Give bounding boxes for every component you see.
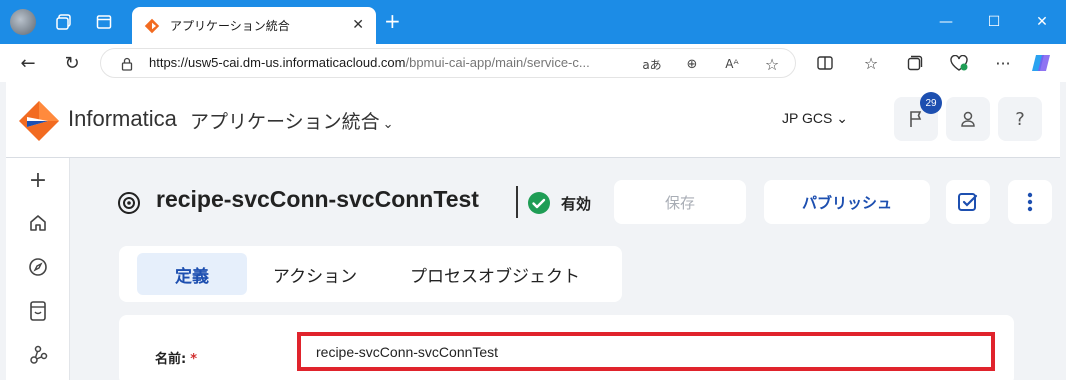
immersive-reader-icon[interactable]: Aᴬ xyxy=(721,53,743,75)
informatica-logo xyxy=(19,101,59,141)
informatica-tab-icon xyxy=(144,18,160,33)
flag-icon xyxy=(910,111,922,127)
tab-definition[interactable]: 定義 xyxy=(137,253,247,295)
name-label-text: 名前: xyxy=(155,352,187,367)
home-icon[interactable] xyxy=(26,211,50,235)
new-asset-icon[interactable]: + xyxy=(26,168,50,193)
favorite-star-icon[interactable]: ☆ xyxy=(761,53,783,75)
validate-check-icon xyxy=(958,193,978,211)
notification-badge: 29 xyxy=(920,92,942,114)
copilot-icon[interactable] xyxy=(1030,52,1052,74)
minimize-button[interactable]: — xyxy=(922,0,970,44)
user-profile-button[interactable] xyxy=(946,97,990,141)
monitor-icon[interactable] xyxy=(26,299,50,323)
valid-check-icon xyxy=(528,192,550,214)
chevron-down-icon: ⌄ xyxy=(836,110,848,126)
help-icon: ? xyxy=(1015,108,1025,130)
read-aloud-icon[interactable]: aあ xyxy=(641,53,663,75)
status-label: 有効 xyxy=(561,195,592,213)
more-menu-icon[interactable]: ··· xyxy=(992,52,1014,74)
app-switcher[interactable]: アプリケーション統合 ⌄ xyxy=(190,107,394,134)
service-connector-icon xyxy=(118,192,140,214)
close-window-button[interactable]: ✕ xyxy=(1018,0,1066,44)
url-domain: https://usw5-cai.dm-us.informaticacloud.… xyxy=(149,55,406,70)
editor-tabs: 定義 アクション プロセスオブジェクト xyxy=(119,246,622,302)
collections-icon[interactable] xyxy=(904,52,926,74)
url-path: /bpmui-cai-app/main/service-c... xyxy=(405,55,590,70)
publish-button[interactable]: パブリッシュ xyxy=(764,180,930,224)
back-icon[interactable]: ← xyxy=(16,51,40,75)
user-icon xyxy=(961,111,975,127)
required-marker: * xyxy=(190,352,198,367)
tab-actions-icon[interactable] xyxy=(92,10,116,34)
chevron-down-icon: ⌄ xyxy=(382,117,394,132)
favorites-icon[interactable]: ☆ xyxy=(860,52,882,74)
tab-title: アプリケーション統合 xyxy=(170,19,290,33)
app-name: アプリケーション統合 xyxy=(190,111,380,133)
more-actions-button[interactable] xyxy=(1008,180,1052,224)
address-bar-row: ← ↻ https://usw5-cai.dm-us.informaticacl… xyxy=(0,44,1066,82)
address-bar[interactable]: https://usw5-cai.dm-us.informaticacloud.… xyxy=(100,48,796,78)
browser-tab[interactable]: アプリケーション統合 ✕ xyxy=(132,7,376,44)
help-button[interactable]: ? xyxy=(998,97,1042,141)
browser-essentials-icon[interactable] xyxy=(948,52,970,74)
title-divider xyxy=(516,186,518,218)
left-navigation-rail: + xyxy=(6,158,70,380)
name-input[interactable]: recipe-svcConn-svcConnTest xyxy=(297,332,995,371)
tab-process-objects[interactable]: プロセスオブジェクト xyxy=(397,253,593,295)
profile-avatar[interactable] xyxy=(10,9,36,35)
tab-close-icon[interactable]: ✕ xyxy=(352,17,364,33)
validate-button[interactable] xyxy=(946,180,990,224)
org-selector[interactable]: JP GCS ⌄ xyxy=(782,110,848,127)
connections-icon[interactable] xyxy=(26,343,50,367)
zoom-icon[interactable]: ⊕ xyxy=(681,53,703,75)
new-tab-icon[interactable]: + xyxy=(384,11,401,31)
kebab-menu-icon xyxy=(1027,192,1033,212)
url-text: https://usw5-cai.dm-us.informaticacloud.… xyxy=(149,55,590,70)
page-title: recipe-svcConn-svcConnTest xyxy=(156,186,479,212)
definition-form: 名前: * recipe-svcConn-svcConnTest xyxy=(119,315,1014,380)
app-header: Informatica アプリケーション統合 ⌄ JP GCS ⌄ 29 ? xyxy=(6,82,1060,158)
refresh-icon[interactable]: ↻ xyxy=(60,51,84,75)
explore-compass-icon[interactable] xyxy=(26,255,50,279)
workspaces-icon[interactable] xyxy=(52,10,76,34)
name-field-label: 名前: * xyxy=(155,348,197,367)
save-button[interactable]: 保存 xyxy=(614,180,746,224)
browser-titlebar: アプリケーション統合 ✕ + — ☐ ✕ xyxy=(0,0,1066,44)
split-screen-icon[interactable] xyxy=(814,52,836,74)
brand-name: Informatica xyxy=(68,106,177,131)
tab-actions[interactable]: アクション xyxy=(265,253,365,295)
lock-icon[interactable] xyxy=(116,53,138,75)
org-name: JP GCS xyxy=(782,110,833,126)
maximize-button[interactable]: ☐ xyxy=(970,0,1018,44)
